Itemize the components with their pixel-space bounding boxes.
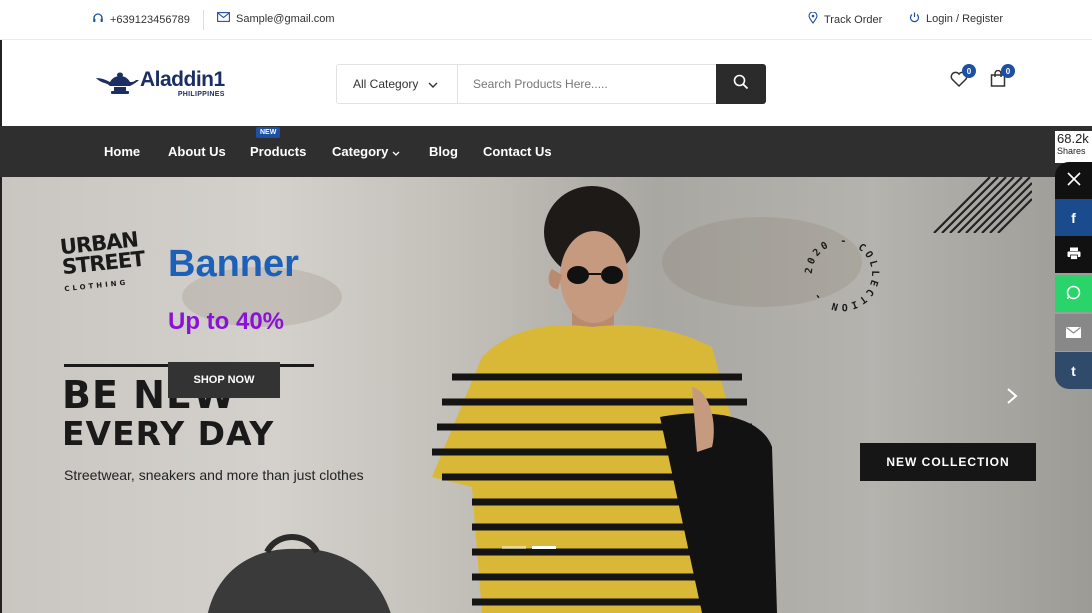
facebook-share-button[interactable]: f	[1055, 199, 1092, 236]
nav-about-us[interactable]: About Us	[168, 144, 226, 159]
tumblr-icon: t	[1071, 362, 1076, 379]
slider-pagination	[502, 546, 556, 549]
nav-home[interactable]: Home	[104, 144, 140, 159]
magic-lamp-icon	[96, 72, 139, 94]
svg-text:2020 - COLLECTION -: 2020 - COLLECTION -	[804, 236, 880, 312]
slider-dot-2[interactable]	[532, 546, 556, 549]
stripe-pattern-graphic	[933, 177, 1032, 233]
banner-title: Banner	[168, 243, 299, 285]
cart-count-badge: 0	[1001, 64, 1015, 78]
new-badge: NEW	[256, 127, 281, 138]
backpack-photo	[208, 534, 391, 613]
search-input[interactable]	[458, 65, 716, 103]
printer-icon	[1067, 247, 1081, 263]
phone-contact[interactable]: +639123456789	[92, 12, 190, 27]
nav-about-us-label: About Us	[168, 144, 226, 159]
promo-text: Up to 40%	[168, 308, 285, 335]
slider-dot-1[interactable]	[502, 546, 526, 549]
main-navigation: Home About Us NEW Products Category Blog…	[0, 126, 1092, 177]
track-order-link[interactable]: Track Order	[808, 11, 883, 27]
shop-now-button[interactable]: SHOP NOW	[168, 362, 280, 398]
chevron-right-icon	[1007, 388, 1018, 404]
top-bar: +639123456789 Sample@gmail.com Track Ord…	[0, 0, 1092, 40]
logo-name: Aladdin1	[140, 68, 225, 91]
cart-button[interactable]: 0	[987, 64, 1015, 92]
track-order-label: Track Order	[824, 13, 883, 26]
whatsapp-icon	[1066, 285, 1081, 303]
print-share-button[interactable]	[1055, 236, 1092, 273]
nav-contact-us-label: Contact Us	[483, 144, 552, 159]
nav-products-label: Products	[250, 144, 307, 159]
divider	[203, 10, 204, 30]
chevron-down-icon	[428, 77, 438, 91]
collection-circle-graphic: 2020 - COLLECTION -	[804, 236, 880, 312]
login-register-link[interactable]: Login / Register	[909, 12, 1003, 26]
tumblr-share-button[interactable]: t	[1055, 352, 1092, 389]
wishlist-button[interactable]: 0	[948, 64, 976, 92]
nav-blog[interactable]: Blog	[429, 144, 458, 159]
phone-text: +639123456789	[110, 13, 190, 26]
nav-category-label: Category	[332, 144, 389, 159]
model-photo	[432, 186, 777, 613]
new-collection-button[interactable]: NEW COLLECTION	[860, 443, 1036, 481]
email-text: Sample@gmail.com	[236, 12, 335, 25]
email-share-button[interactable]	[1055, 314, 1092, 351]
whatsapp-share-button[interactable]	[1055, 275, 1092, 312]
nav-products[interactable]: Products	[250, 144, 306, 159]
search-button[interactable]	[716, 64, 766, 104]
login-register-label: Login / Register	[926, 13, 1004, 25]
hero-tagline: Streetwear, sneakers and more than just …	[64, 467, 364, 483]
share-count-number: 68.2k	[1057, 131, 1089, 146]
twitter-share-button[interactable]	[1055, 162, 1092, 199]
collection-circle-text: 2020 - COLLECTION -	[804, 236, 877, 312]
nav-contact-us[interactable]: Contact Us	[483, 144, 552, 159]
header: Aladdin1 PHILIPPINES All Category 0 0	[0, 40, 1092, 126]
x-twitter-icon	[1066, 172, 1081, 189]
category-select[interactable]: All Category	[337, 65, 458, 103]
envelope-icon	[1066, 325, 1081, 341]
facebook-icon: f	[1071, 209, 1076, 226]
category-select-label: All Category	[353, 77, 419, 91]
headset-icon	[92, 12, 104, 27]
nav-category[interactable]: Category	[332, 144, 400, 159]
envelope-icon	[217, 12, 230, 25]
search-icon	[733, 74, 749, 95]
chevron-down-icon	[392, 144, 400, 159]
search-bar: All Category	[336, 64, 766, 104]
share-count: 68.2k Shares	[1055, 131, 1092, 163]
slider-next-arrow[interactable]	[1006, 387, 1018, 410]
power-icon	[909, 12, 920, 26]
headline-line2: EVERY DAY	[62, 414, 275, 453]
nav-blog-label: Blog	[429, 144, 458, 159]
location-pin-icon	[808, 11, 818, 27]
nav-home-label: Home	[104, 144, 141, 159]
hero-slider: 2020 - COLLECTION - URBAN STREET CLOTHIN…	[0, 177, 1092, 613]
email-contact[interactable]: Sample@gmail.com	[217, 12, 335, 25]
site-logo[interactable]: Aladdin1 PHILIPPINES	[94, 68, 225, 100]
urban-street-logo: URBAN STREET CLOTHING	[59, 227, 148, 299]
logo-subtitle: PHILIPPINES	[177, 91, 225, 98]
share-count-label: Shares	[1057, 146, 1086, 156]
wishlist-count-badge: 0	[962, 64, 976, 78]
